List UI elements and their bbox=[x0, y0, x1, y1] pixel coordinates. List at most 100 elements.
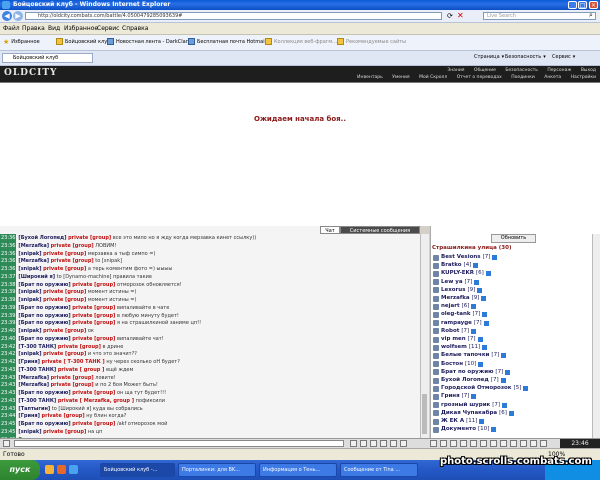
action-button[interactable] bbox=[530, 440, 537, 447]
action-button[interactable] bbox=[470, 440, 477, 447]
info-icon[interactable] bbox=[478, 361, 484, 367]
chat-private-tag[interactable]: private [group] bbox=[72, 336, 115, 342]
chat-nick[interactable]: [Брат по оружию] bbox=[18, 336, 70, 342]
menu-help[interactable]: Справка bbox=[122, 25, 148, 32]
start-button[interactable]: пуск bbox=[0, 460, 40, 480]
refresh-icon[interactable]: ⟳ bbox=[447, 12, 453, 20]
chat-private-tag[interactable]: private [group] bbox=[43, 328, 86, 334]
chat-nick[interactable]: [Merzafka] bbox=[18, 243, 49, 249]
chat-private-tag[interactable]: private [group] bbox=[51, 258, 94, 264]
nav-transfers[interactable]: Отчет о переводах bbox=[457, 75, 502, 80]
refresh-button[interactable]: Обновить bbox=[491, 234, 536, 243]
forward-button[interactable]: ▶ bbox=[13, 11, 23, 21]
action-button[interactable] bbox=[450, 440, 457, 447]
favorite-link[interactable]: Рекомендуемые сайты bbox=[337, 38, 406, 45]
maximize-button[interactable]: □ bbox=[578, 1, 587, 9]
menu-edit[interactable]: Правка bbox=[22, 25, 45, 32]
chat-private-tag[interactable]: private [group] bbox=[72, 282, 115, 288]
chat-private-tag[interactable]: private [group] bbox=[43, 297, 86, 303]
info-icon[interactable] bbox=[491, 427, 497, 433]
send-button[interactable] bbox=[350, 440, 357, 447]
nav-inventory[interactable]: Инвентарь bbox=[357, 75, 383, 80]
clear-button[interactable] bbox=[360, 440, 367, 447]
chat-nick[interactable]: [Брат по оружию] bbox=[18, 320, 70, 326]
chat-nick[interactable]: [snipak] bbox=[18, 351, 41, 357]
quicklaunch-icon[interactable] bbox=[57, 465, 66, 474]
info-icon[interactable] bbox=[482, 312, 488, 318]
chat-nick[interactable]: [Брат по оружию] bbox=[18, 390, 70, 396]
chat-private-tag[interactable]: private [group] bbox=[43, 289, 86, 295]
action-button[interactable] bbox=[520, 440, 527, 447]
info-icon[interactable] bbox=[477, 287, 483, 293]
chat-nick[interactable]: [snipak] bbox=[18, 266, 41, 272]
chat-nick[interactable]: [snipak] bbox=[18, 251, 41, 257]
action-button[interactable] bbox=[540, 440, 547, 447]
nav-profile[interactable]: Анкета bbox=[544, 75, 561, 80]
nav-skills[interactable]: Умения bbox=[392, 75, 409, 80]
nav-settings[interactable]: Настройки bbox=[571, 75, 596, 80]
info-icon[interactable] bbox=[481, 296, 487, 301]
chat-nick[interactable]: [Гриня] bbox=[18, 413, 40, 419]
emoticon-button[interactable] bbox=[3, 440, 10, 447]
chat-nick[interactable]: [Широкий я] bbox=[18, 274, 55, 280]
info-icon[interactable] bbox=[471, 328, 477, 334]
chat-nick[interactable]: [snipak] bbox=[18, 289, 41, 295]
chat-private-tag[interactable]: private [group] bbox=[72, 313, 115, 319]
nav-security[interactable]: Безопасность bbox=[505, 68, 538, 73]
action-button[interactable] bbox=[430, 440, 437, 447]
chat-settings-button[interactable] bbox=[400, 440, 407, 447]
favorite-link[interactable]: Бойцовский клуб bbox=[56, 38, 110, 45]
chat-nick[interactable]: [Брат по оружию] bbox=[18, 282, 70, 288]
chat-private-tag[interactable]: private [ Т-300 ТАНК ] bbox=[42, 359, 105, 365]
close-button[interactable]: × bbox=[589, 1, 598, 9]
info-icon[interactable] bbox=[482, 345, 488, 351]
quicklaunch-icon[interactable] bbox=[45, 465, 54, 474]
nav-my-scroll[interactable]: Мой Скролл bbox=[419, 75, 447, 80]
smiles-button[interactable] bbox=[370, 440, 377, 447]
action-button[interactable] bbox=[480, 440, 487, 447]
favorites-button[interactable]: ★ Избранное bbox=[3, 38, 40, 46]
nav-exit[interactable]: Выход bbox=[581, 68, 596, 73]
chat-nick[interactable]: [Бухой Логопед] bbox=[18, 235, 66, 241]
info-icon[interactable] bbox=[473, 263, 479, 269]
taskbar-button-portal[interactable]: Порталинки: для BK... bbox=[178, 463, 256, 477]
tools-menu-button[interactable]: Сервис ▾ bbox=[552, 54, 575, 60]
chat-private-tag[interactable]: private [group] bbox=[43, 351, 86, 357]
chat-nick[interactable]: [Merzafka] bbox=[18, 382, 49, 388]
action-button[interactable] bbox=[490, 440, 497, 447]
chat-nick[interactable]: [Merzafka] bbox=[18, 258, 49, 264]
stop-icon[interactable]: ✕ bbox=[457, 11, 464, 20]
info-icon[interactable] bbox=[471, 394, 477, 400]
chat-private-tag[interactable]: private [ Merzafka, group ] bbox=[58, 398, 134, 404]
info-icon[interactable] bbox=[508, 410, 514, 416]
taskbar-button-combats[interactable]: Бойцовский клуб -... bbox=[100, 463, 175, 477]
taskbar-button-message[interactable]: Сообщение от Tina ... bbox=[340, 463, 418, 477]
minimize-button[interactable]: _ bbox=[568, 1, 577, 9]
chat-scrollbar[interactable] bbox=[420, 234, 429, 438]
info-icon[interactable] bbox=[483, 320, 489, 326]
menu-file[interactable]: Файл bbox=[3, 25, 20, 32]
nav-character[interactable]: Персонаж bbox=[547, 68, 571, 73]
nav-fights[interactable]: Поединки bbox=[511, 75, 535, 80]
info-icon[interactable] bbox=[474, 279, 480, 285]
chat-nick[interactable]: [snipak] bbox=[18, 297, 41, 303]
menu-view[interactable]: Вид bbox=[48, 25, 60, 32]
chat-nick[interactable]: [snipak] bbox=[18, 429, 41, 435]
chat-private-tag[interactable]: private [group] bbox=[43, 251, 86, 257]
quicklaunch-icon[interactable] bbox=[69, 465, 78, 474]
chat-scrollbar-thumb[interactable] bbox=[422, 394, 427, 434]
chat-nick[interactable]: [Брат по оружию] bbox=[18, 313, 70, 319]
translit-button[interactable] bbox=[390, 440, 397, 447]
chat-private-tag[interactable]: private [group] bbox=[72, 305, 115, 311]
safety-menu-button[interactable]: Безопасность ▾ bbox=[505, 54, 546, 60]
page-menu-button[interactable]: Страница ▾ bbox=[474, 54, 504, 60]
favorite-link[interactable]: Новостная лента - DarkClan bbox=[107, 38, 189, 45]
search-icon[interactable]: ⌕ bbox=[589, 11, 593, 20]
info-icon[interactable] bbox=[471, 304, 477, 310]
chat-input[interactable] bbox=[14, 440, 344, 447]
chat-nick[interactable]: [Т-300 ТАНК] bbox=[18, 344, 56, 350]
info-icon[interactable] bbox=[500, 378, 506, 383]
menu-tools[interactable]: Сервис bbox=[97, 25, 119, 32]
menu-favorites[interactable]: Избранное bbox=[64, 25, 98, 32]
chat-private-tag[interactable]: private [group] bbox=[72, 320, 115, 326]
